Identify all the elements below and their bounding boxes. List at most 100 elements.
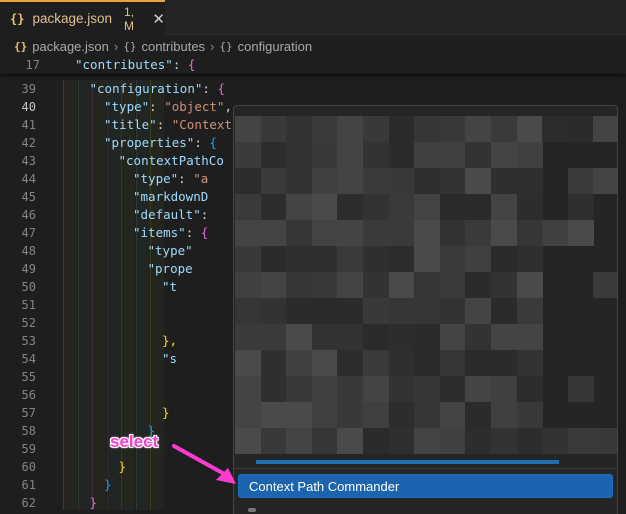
breadcrumb-item-package-json[interactable]: package.json [32,39,109,54]
code-line[interactable]: "prope [148,260,193,278]
code-line[interactable]: "type" [148,242,193,260]
mosaic-tile [465,220,492,246]
mosaic-tile [363,220,389,246]
sticky-code: "contributes": { [75,56,195,74]
mosaic-tile [337,220,364,246]
mosaic-tile [414,168,441,194]
code-token-brace: } [162,405,170,420]
suggestion-next-item[interactable] [248,508,256,512]
mosaic-tile [491,168,517,194]
code-line[interactable]: "type": "object", [104,98,232,116]
mosaic-tile [414,116,441,142]
code-line[interactable]: "t [162,278,177,296]
code-line[interactable]: } [162,404,170,422]
mosaic-tile [311,116,338,142]
code-token-key: "items" [133,225,186,240]
chevron-right-icon: › [210,38,215,54]
mosaic-tile [491,246,517,272]
mosaic-tile [414,324,441,350]
mosaic-tile [439,272,466,298]
mosaic-tile [414,142,441,168]
mosaic-tile [516,376,543,402]
mosaic-tile [311,246,338,272]
mosaic-tile [286,350,313,376]
close-icon[interactable]: ✕ [152,10,165,28]
annotation-arrow-icon [172,444,236,484]
code-token-brace: } [118,459,127,474]
mosaic-tile [516,324,543,350]
code-line[interactable]: } [119,458,127,476]
code-line[interactable]: "default": [133,206,208,224]
mosaic-tile [414,350,441,376]
line-number: 51 [21,298,36,312]
suggest-widget[interactable]: Context Path Commander [233,105,618,514]
mosaic-tile [593,116,617,142]
mosaic-tile [235,220,261,246]
mosaic-tile [337,272,364,298]
mosaic-tile [337,428,364,454]
object-icon: {} [123,39,137,53]
sticky-scroll-line[interactable]: 17 "contributes": { [0,56,626,74]
line-number: 62 [21,496,36,510]
code-line[interactable]: "markdownD [133,188,208,206]
mosaic-tile [414,402,441,428]
mosaic-tile [516,116,543,142]
code-line[interactable]: "type": "a [133,170,208,188]
mosaic-tile [311,376,338,402]
mosaic-tile [439,246,466,272]
mosaic-tile [363,402,389,428]
mosaic-tile [465,376,492,402]
code-line[interactable]: "configuration": { [90,80,225,98]
code-token-brace: { [209,135,217,150]
json-file-icon: {} [10,11,25,26]
code-line[interactable]: "title": "ContextP [104,116,239,134]
code-token-punct: : [178,171,194,186]
mosaic-tile [439,402,466,428]
code-line[interactable]: "s [162,350,177,368]
mosaic-tile [388,194,415,220]
tab-package-json[interactable]: {} package.json 1, M ✕ [0,0,165,35]
code-token-key: "type" [133,171,179,186]
blurred-suggestion-list [234,106,617,458]
mosaic-tile [235,142,261,168]
code-line[interactable]: "contextPathCo [119,152,224,170]
code-token-key: "prope [147,261,193,276]
mosaic-tile [337,376,364,402]
line-number: 59 [21,442,36,456]
code-line[interactable]: } [90,494,98,512]
mosaic-tile [311,194,338,220]
mosaic-tile [260,116,287,142]
code-token-value: "ContextP [171,117,240,132]
suggestion-context-path-commander[interactable]: Context Path Commander [238,474,613,498]
code-line[interactable]: "items": { [133,224,208,242]
mosaic-tile [439,428,466,454]
mosaic-tile [465,324,492,350]
mosaic-tile [491,350,517,376]
mosaic-tile [337,350,364,376]
breadcrumb-item-contributes[interactable]: contributes [141,39,205,54]
breadcrumb-item-configuration[interactable]: configuration [238,39,312,54]
line-number: 57 [21,406,36,420]
mosaic-tile [439,116,466,142]
mosaic-tile [516,194,543,220]
mosaic-tile [311,168,338,194]
mosaic-tile [567,428,594,454]
mosaic-tile [465,168,492,194]
mosaic-tile [260,168,287,194]
code-token-key: "properties" [104,135,195,150]
mosaic-tile [286,298,313,324]
mosaic-tile [491,376,517,402]
mosaic-tile [363,246,389,272]
mosaic-tile [491,402,517,428]
mosaic-tile [311,350,338,376]
mosaic-tile [311,272,338,298]
mosaic-tile [235,350,261,376]
mosaic-tile [491,116,517,142]
mosaic-tile [311,298,338,324]
code-line[interactable]: }, [162,332,177,350]
code-line[interactable]: } [104,476,112,494]
mosaic-tile [363,428,389,454]
mosaic-tile [311,220,338,246]
code-line[interactable]: "properties": { [104,134,217,152]
mosaic-tile [363,116,389,142]
